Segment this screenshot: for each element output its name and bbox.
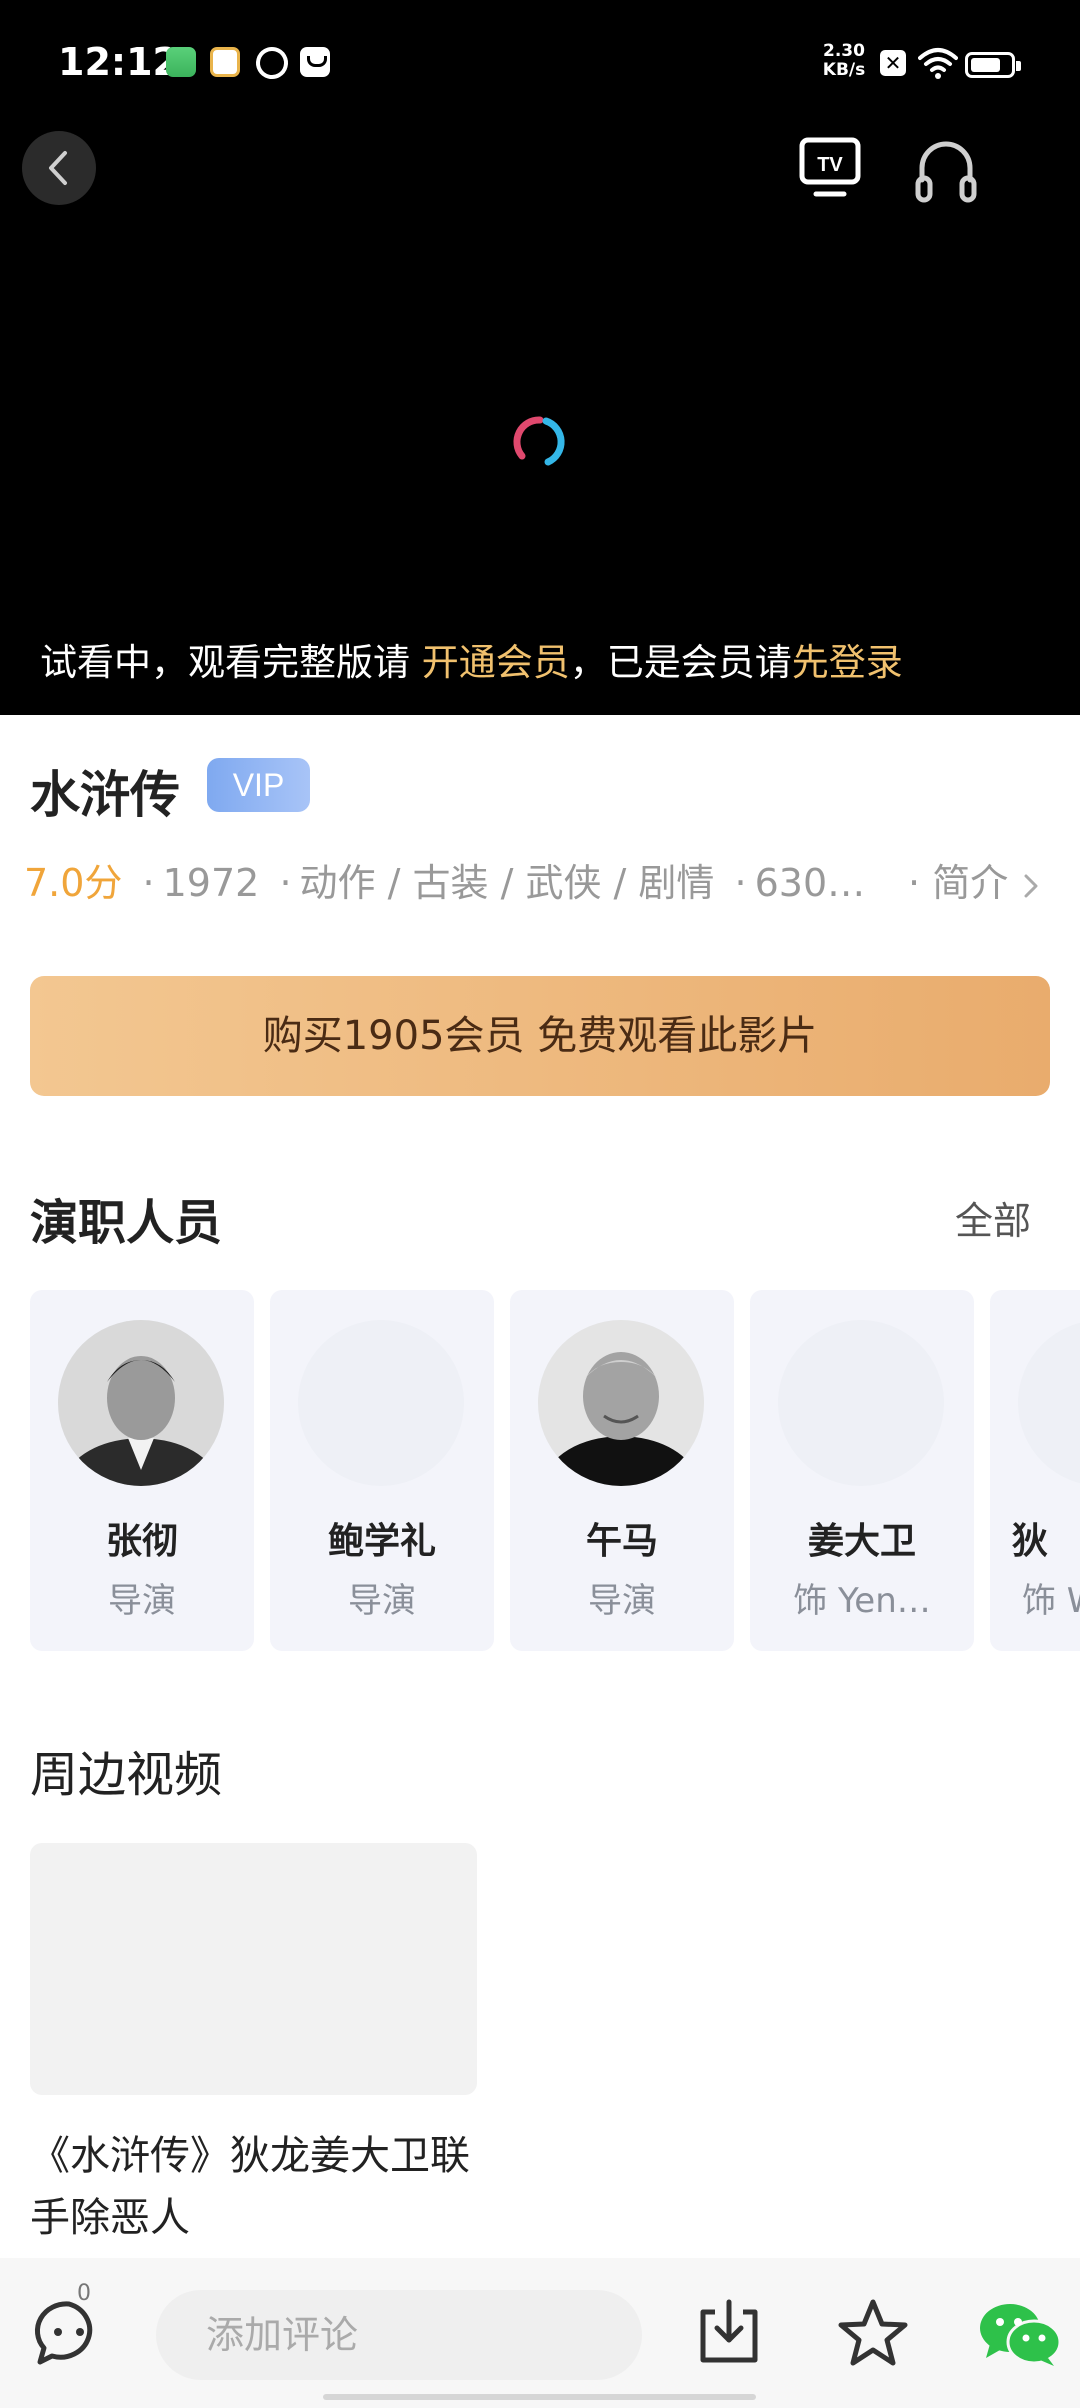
status-bar: 12:12 2.30 KB/s ✕ [0,0,1080,125]
movie-year: 1972 [162,861,260,905]
cast-card[interactable]: 姜大卫 饰 Yen… [750,1290,974,1651]
avatar [58,1320,224,1486]
status-time: 12:12 [58,40,179,84]
movie-extra: 630… [754,861,866,905]
net-speed-unit: KB/s [822,60,866,80]
person-photo [58,1320,224,1486]
cast-role: 饰 W [1022,1581,1080,1621]
meta-separator: · [734,861,747,905]
intro-link[interactable]: · 简介 [908,852,1042,907]
cast-section-title: 演职人员 [30,1195,223,1251]
movie-genres: 动作 / 古装 / 武侠 / 剧情 [299,861,715,905]
cast-role: 导演 [588,1581,656,1621]
cast-name: 鲍学礼 [327,1521,436,1562]
wifi-icon [918,48,958,79]
login-link[interactable]: 先登录 [792,641,903,684]
cast-name: 张彻 [105,1521,178,1562]
tv-icon: TV [799,137,861,197]
cast-name: 姜大卫 [807,1521,916,1562]
intro-label: 简介 [932,861,1009,905]
avatar [778,1320,944,1486]
battery-icon [965,52,1021,78]
star-icon [838,2299,908,2366]
comment-button[interactable] [34,2298,104,2368]
cast-all-link[interactable]: 全部 [955,1190,1031,1245]
trial-text-1: 试看中，观看完整版请 [40,641,410,684]
net-speed-value: 2.30 [823,41,865,61]
meta-separator: · [279,861,292,905]
audio-mode-button[interactable] [910,134,982,206]
favorite-button[interactable] [836,2296,910,2370]
avatar [1018,1320,1080,1486]
video-player[interactable]: 12:12 2.30 KB/s ✕ TV 试看中，观看完整版请 开通会员，已是会… [0,0,1080,715]
comment-input[interactable]: 添加评论 [156,2290,642,2380]
app-ring-icon [250,41,294,85]
app-message-icon [300,47,330,77]
battery-level [971,58,1000,72]
trial-text-2: ，已是会员请 [569,641,792,684]
cast-name: 狄 [1012,1521,1049,1562]
meta-separator: · [142,861,155,905]
tv-cast-button[interactable]: TV [796,134,866,204]
download-button[interactable] [693,2296,765,2368]
avatar [298,1320,464,1486]
wechat-icon [980,2304,1062,2366]
comment-count: 0 [77,2281,91,2306]
meta-separator: · [908,861,921,905]
open-membership-link[interactable]: 开通会员 [422,641,570,684]
chevron-left-icon [49,151,67,185]
cast-card[interactable]: 鲍学礼 导演 [270,1290,494,1651]
movie-title: 水浒传 [30,766,180,824]
trial-notice: 试看中，观看完整版请 开通会员，已是会员请先登录 [40,632,903,686]
comment-icon [34,2301,93,2365]
net-speed: 2.30 KB/s [820,42,868,80]
tv-icon-label: TV [817,154,843,176]
cast-card[interactable]: 午马 导演 [510,1290,734,1651]
back-button[interactable] [22,131,96,205]
cast-card[interactable]: 张彻 导演 [30,1290,254,1651]
movie-score: 7.0分 [24,861,123,905]
app-notification-icon [166,47,196,77]
cast-role: 导演 [108,1581,176,1621]
vip-badge: VIP [207,758,310,812]
chevron-right-icon [1024,874,1038,897]
download-icon [700,2299,758,2363]
video-title[interactable]: 《水浒传》狄龙姜大卫联手除恶人 [30,2125,490,2249]
video-thumbnail[interactable] [30,1843,477,2095]
avatar [538,1320,704,1486]
cast-role: 饰 Yen… [793,1581,931,1621]
headphones-icon [915,141,977,203]
related-section-title: 周边视频 [30,1747,223,1803]
loading-spinner-icon [513,416,565,466]
cast-card[interactable]: 狄 饰 W [990,1290,1080,1651]
cast-role: 导演 [348,1581,416,1621]
movie-meta: 7.0分 · 1972 · 动作 / 古装 / 武侠 / 剧情 · 630… [24,852,865,907]
app-1905-icon [210,47,240,77]
x-sim-icon: ✕ [880,50,906,76]
person-photo [538,1320,704,1486]
home-indicator[interactable] [323,2394,756,2400]
cast-name: 午马 [585,1521,658,1562]
wechat-share-button[interactable] [978,2300,1062,2368]
buy-membership-button[interactable]: 购买1905会员 免费观看此影片 [30,976,1050,1096]
